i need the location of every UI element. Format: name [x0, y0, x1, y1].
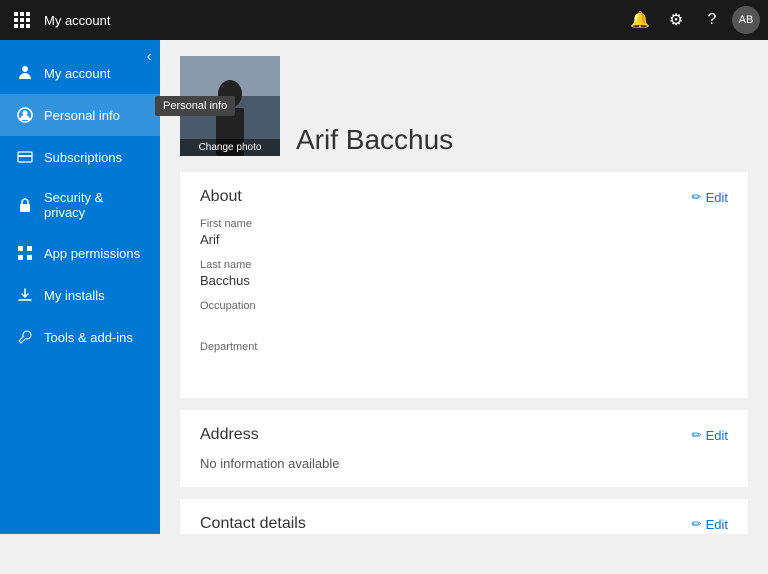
occupation-value — [200, 314, 728, 329]
sidebar-item-security-privacy[interactable]: Security & privacy — [0, 178, 160, 232]
topbar-actions: 🔔 ⚙ ? AB — [624, 4, 760, 36]
department-value — [200, 355, 728, 370]
person-circle-icon — [16, 106, 34, 124]
sidebar-label-my-account: My account — [44, 66, 110, 81]
contact-card: Contact details ✏ Edit Email arif@onmsft… — [180, 499, 748, 534]
occupation-label: Occupation — [200, 300, 728, 312]
topbar: My account 🔔 ⚙ ? AB — [0, 0, 768, 40]
address-edit-label: Edit — [706, 428, 728, 443]
address-edit-button[interactable]: ✏ Edit — [692, 428, 728, 443]
app-layout: ‹ My account Personal info Personal info… — [0, 40, 768, 534]
sidebar-label-security-privacy: Security & privacy — [44, 190, 144, 220]
edit-pencil-icon: ✏ — [692, 190, 702, 204]
contact-card-header: Contact details ✏ Edit — [200, 515, 728, 533]
lock-icon — [16, 196, 34, 214]
wrench-icon — [16, 328, 34, 346]
first-name-field: First name Arif — [200, 218, 728, 247]
download-icon — [16, 286, 34, 304]
last-name-label: Last name — [200, 259, 728, 271]
address-card: Address ✏ Edit No information available — [180, 410, 748, 487]
first-name-value: Arif — [200, 232, 728, 247]
profile-name: Arif Bacchus — [296, 124, 453, 156]
sidebar-label-subscriptions: Subscriptions — [44, 150, 122, 165]
grid-small-icon — [16, 244, 34, 262]
card-icon — [16, 148, 34, 166]
about-title: About — [200, 188, 242, 206]
sidebar-item-my-account[interactable]: My account — [0, 52, 160, 94]
address-no-info: No information available — [200, 456, 728, 471]
department-field: Department — [200, 341, 728, 370]
sidebar-label-tools-addins: Tools & add-ins — [44, 330, 133, 345]
sidebar-label-personal-info: Personal info — [44, 108, 120, 123]
avatar[interactable]: AB — [732, 6, 760, 34]
change-photo-label[interactable]: Change photo — [180, 139, 280, 156]
profile-header: Change photo Arif Bacchus — [180, 56, 748, 156]
sidebar-item-app-permissions[interactable]: App permissions — [0, 232, 160, 274]
department-label: Department — [200, 341, 728, 353]
sidebar-label-my-installs: My installs — [44, 288, 105, 303]
about-card-header: About ✏ Edit — [200, 188, 728, 206]
first-name-label: First name — [200, 218, 728, 230]
help-icon[interactable]: ? — [696, 4, 728, 36]
sidebar-item-tools-addins[interactable]: Tools & add-ins — [0, 316, 160, 358]
person-icon — [16, 64, 34, 82]
gear-icon[interactable]: ⚙ — [660, 4, 692, 36]
profile-photo-container: Change photo — [180, 56, 280, 156]
contact-edit-label: Edit — [706, 517, 728, 532]
about-card: About ✏ Edit First name Arif Last name B… — [180, 172, 748, 398]
bell-icon[interactable]: 🔔 — [624, 4, 656, 36]
address-card-header: Address ✏ Edit — [200, 426, 728, 444]
contact-edit-button[interactable]: ✏ Edit — [692, 517, 728, 532]
last-name-value: Bacchus — [200, 273, 728, 288]
topbar-title: My account — [44, 13, 624, 28]
sidebar-item-subscriptions[interactable]: Subscriptions — [0, 136, 160, 178]
about-edit-label: Edit — [706, 190, 728, 205]
main-content: Change photo Arif Bacchus About ✏ Edit F… — [160, 40, 768, 534]
grid-icon[interactable] — [8, 6, 36, 34]
last-name-field: Last name Bacchus — [200, 259, 728, 288]
sidebar-label-app-permissions: App permissions — [44, 246, 140, 261]
occupation-field: Occupation — [200, 300, 728, 329]
sidebar-item-personal-info[interactable]: Personal info Personal info — [0, 94, 160, 136]
sidebar: ‹ My account Personal info Personal info… — [0, 40, 160, 534]
contact-edit-pencil-icon: ✏ — [692, 517, 702, 531]
about-edit-button[interactable]: ✏ Edit — [692, 190, 728, 205]
address-edit-pencil-icon: ✏ — [692, 428, 702, 442]
sidebar-item-my-installs[interactable]: My installs — [0, 274, 160, 316]
address-title: Address — [200, 426, 259, 444]
contact-title: Contact details — [200, 515, 306, 533]
